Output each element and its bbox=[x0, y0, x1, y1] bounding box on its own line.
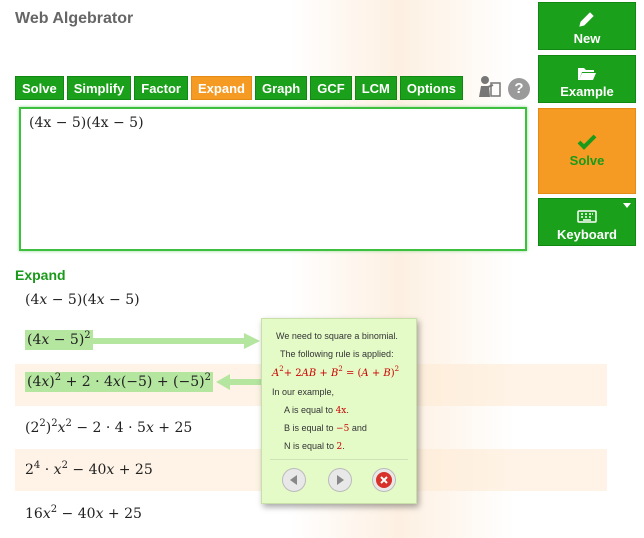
tab-solve[interactable]: Solve bbox=[15, 76, 64, 100]
example-label: Example bbox=[560, 84, 614, 99]
divider bbox=[270, 459, 408, 460]
tab-factor[interactable]: Factor bbox=[134, 76, 188, 100]
tab-graph[interactable]: Graph bbox=[254, 76, 308, 100]
next-button[interactable] bbox=[328, 468, 352, 492]
chevron-down-icon[interactable] bbox=[623, 203, 631, 208]
step-3: (4x)2 + 2 · 4x(−5) + (−5)2 bbox=[25, 372, 213, 392]
step-1: (4x − 5)(4x − 5) bbox=[25, 292, 140, 308]
teacher-icon[interactable] bbox=[474, 74, 502, 103]
binomial-rule: A2+ 2AB + B2 = (A + B)2 bbox=[272, 365, 400, 379]
tab-simplify[interactable]: Simplify bbox=[66, 76, 132, 100]
editor-expression: (4x − 5)(4x − 5) bbox=[29, 115, 144, 131]
toolbar-icons: ? bbox=[474, 74, 530, 103]
tab-lcm[interactable]: LCM bbox=[354, 76, 397, 100]
result-heading: Expand bbox=[15, 267, 66, 283]
arrow-left-icon bbox=[216, 374, 262, 390]
tab-expand[interactable]: Expand bbox=[191, 76, 252, 100]
step-2: (4x − 5)2 bbox=[25, 330, 93, 350]
tab-gcf[interactable]: GCF bbox=[310, 76, 352, 100]
tab-options[interactable]: Options bbox=[399, 76, 463, 100]
example-button[interactable]: Example bbox=[538, 55, 636, 103]
arrow-left-icon bbox=[290, 475, 297, 485]
tooltip-a-line: A is equal to 4x. bbox=[284, 405, 349, 416]
close-button[interactable] bbox=[372, 468, 396, 492]
tooltip-b-line: B is equal to −5 and bbox=[284, 423, 367, 434]
pencil-icon bbox=[579, 12, 594, 27]
solve-button[interactable]: Solve bbox=[538, 108, 636, 194]
tooltip-n-line: N is equal to 2. bbox=[284, 441, 345, 452]
new-label: New bbox=[573, 31, 601, 46]
arrow-right-icon bbox=[337, 475, 344, 485]
folder-open-icon bbox=[578, 68, 596, 80]
step-4: (22)2x2 − 2 · 4 · 5x + 25 bbox=[25, 418, 193, 437]
previous-button[interactable] bbox=[282, 468, 306, 492]
keyboard-icon bbox=[577, 210, 597, 223]
explanation-tooltip: We need to square a binomial. The follow… bbox=[261, 318, 417, 504]
arrow-right-icon bbox=[92, 333, 260, 349]
step-6: 16x2 − 40x + 25 bbox=[25, 504, 142, 523]
expression-editor[interactable]: (4x − 5)(4x − 5) bbox=[19, 107, 527, 251]
app-title: Web Algebrator bbox=[15, 10, 134, 27]
keyboard-label: Keyboard bbox=[557, 227, 617, 242]
solve-label: Solve bbox=[569, 153, 605, 168]
keyboard-button[interactable]: Keyboard bbox=[538, 198, 636, 246]
close-icon bbox=[376, 472, 392, 488]
checkmark-icon bbox=[577, 134, 597, 150]
tooltip-line: We need to square a binomial. bbox=[276, 331, 398, 341]
new-button[interactable]: New bbox=[538, 2, 636, 50]
tooltip-line: The following rule is applied: bbox=[280, 349, 394, 359]
toolbar: Solve Simplify Factor Expand Graph GCF L… bbox=[15, 76, 463, 100]
step-5: 24 · x2 − 40x + 25 bbox=[25, 460, 153, 479]
help-icon[interactable]: ? bbox=[508, 77, 530, 100]
tooltip-line: In our example, bbox=[272, 387, 335, 397]
page: Web Algebrator Solve Simplify Factor Exp… bbox=[0, 0, 644, 538]
